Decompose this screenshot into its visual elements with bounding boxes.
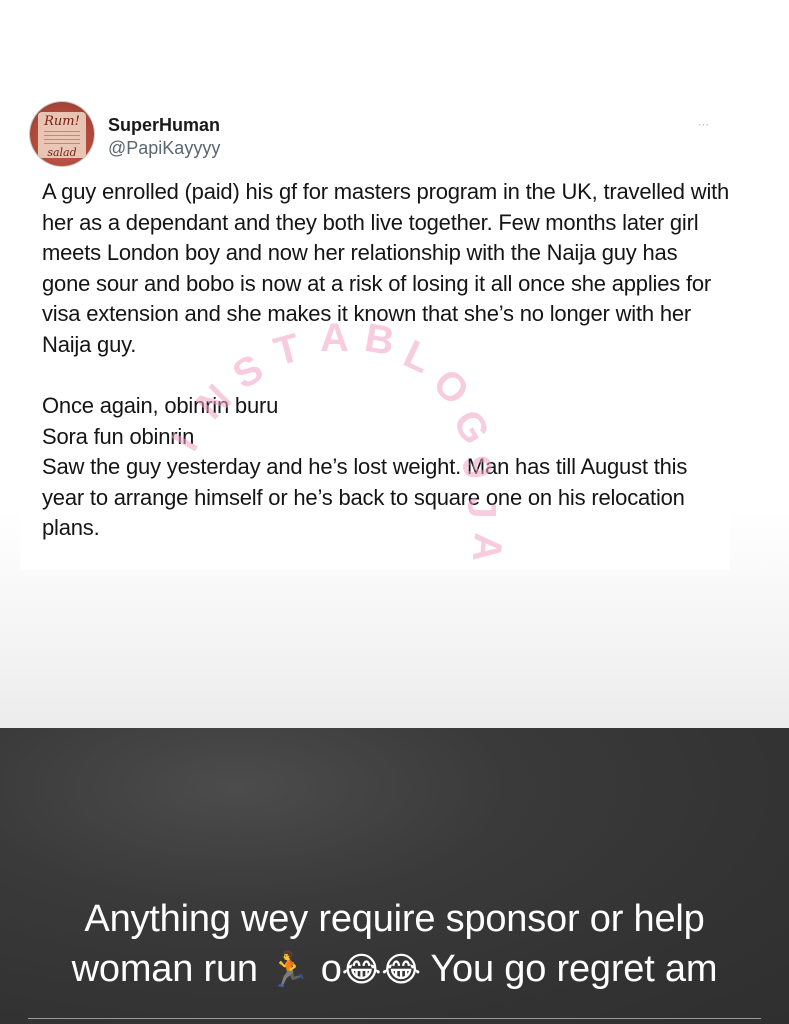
- laughing-emoji: 😂: [341, 950, 382, 990]
- avatar-text-bottom: salad: [47, 146, 77, 159]
- tweet-line: Sora fun obinrin: [42, 423, 195, 449]
- more-options-icon[interactable]: ⋯: [698, 118, 710, 131]
- tweet-line: Once again, obinrin buru: [42, 393, 279, 418]
- tweet-card: Rum! salad SuperHuman @PapiKayyyy ⋯ A gu…: [20, 90, 730, 570]
- caption-text: o: [320, 948, 342, 990]
- avatar[interactable]: Rum! salad: [30, 102, 94, 166]
- divider: [28, 1018, 761, 1019]
- running-woman-emoji: 🏃: [268, 950, 311, 990]
- author-handle[interactable]: @PapiKayyyy: [108, 138, 220, 159]
- author-display-name[interactable]: SuperHuman: [108, 115, 220, 136]
- caption-line-1: Anything wey require sponsor or help: [84, 898, 705, 940]
- tweet-paragraph: A guy enrolled (paid) his gf for masters…: [42, 179, 730, 357]
- caption-text: woman run: [71, 948, 258, 990]
- avatar-text-top: Rum!: [44, 114, 80, 129]
- tweet-text: A guy enrolled (paid) his gf for masters…: [42, 177, 730, 544]
- screenshot-area: Rum! salad SuperHuman @PapiKayyyy ⋯ A gu…: [0, 0, 789, 728]
- story-caption: Anything wey require sponsor or help wom…: [0, 894, 789, 995]
- avatar-fine-print: [44, 131, 80, 145]
- tweet-line: Saw the guy yesterday and he’s lost weig…: [42, 454, 688, 540]
- caption-text: You go regret am: [430, 948, 718, 990]
- caption-line-2: woman run 🏃 o😂😂 You go regret am: [0, 944, 789, 995]
- story-caption-area: Anything wey require sponsor or help wom…: [0, 728, 789, 1024]
- laughing-emoji: 😂: [381, 950, 421, 990]
